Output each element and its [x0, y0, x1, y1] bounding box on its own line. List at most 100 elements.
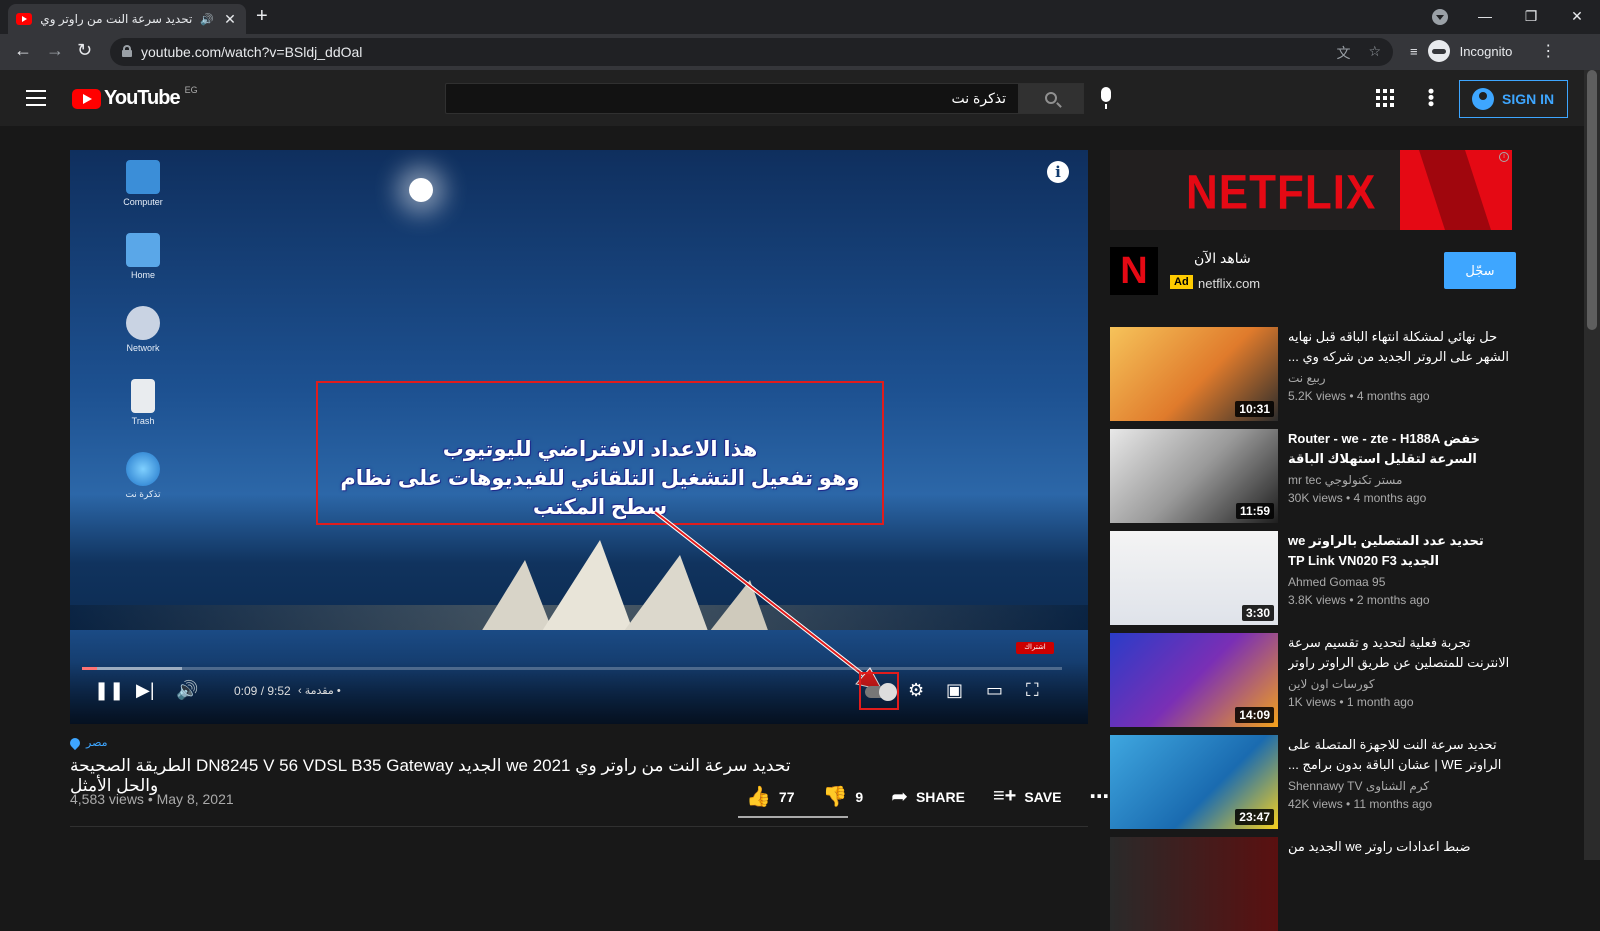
- duration-badge: 14:09: [1235, 707, 1274, 723]
- list-item[interactable]: 10:31 حل نهائي لمشكلة انتهاء الباقه قبل …: [1110, 327, 1512, 421]
- search-input[interactable]: تذكرة نت: [445, 83, 1019, 114]
- tab-close-icon[interactable]: ✕: [222, 11, 238, 28]
- rec-meta: 42K views • 11 months ago: [1288, 797, 1433, 811]
- next-icon[interactable]: ▶|: [136, 680, 155, 701]
- rec-title[interactable]: ضبط اعدادات راوتر we الجديد من: [1288, 837, 1512, 857]
- video-thumbnail[interactable]: 10:31: [1110, 327, 1278, 421]
- rec-channel[interactable]: ربيع نت: [1288, 371, 1326, 385]
- like-button[interactable]: 👍 77: [746, 784, 794, 809]
- list-item[interactable]: 23:47 تحديد سرعة النت للاجهزة المتصلة عل…: [1110, 735, 1512, 829]
- player-controls: ❚❚ ▶| 🔊 0:09 / 9:52 • مقدمة › ⚙ ▣ ▭ ⛶: [94, 680, 1064, 704]
- theater-mode-icon[interactable]: ▭: [986, 680, 1003, 701]
- window-controls: — ❐ ✕: [1462, 0, 1600, 32]
- netflix-n-graphic: [1400, 150, 1512, 230]
- close-window-button[interactable]: ✕: [1554, 8, 1600, 25]
- rec-title[interactable]: تجربة فعلية لتحديد و تقسيم سرعة الانترنت…: [1288, 633, 1512, 673]
- apps-grid-icon[interactable]: [1376, 89, 1394, 107]
- pause-icon[interactable]: ❚❚: [94, 680, 124, 701]
- media-queue-icon[interactable]: ≡: [1410, 44, 1418, 59]
- incognito-icon[interactable]: [1427, 40, 1450, 62]
- sign-in-label: SIGN IN: [1502, 91, 1555, 107]
- duration-badge: 3:30: [1241, 605, 1274, 621]
- country-code: EG: [184, 84, 198, 95]
- rec-meta: 5.2K views • 4 months ago: [1288, 389, 1430, 403]
- microphone-icon[interactable]: [1101, 87, 1111, 109]
- volume-icon[interactable]: 🔊: [176, 680, 198, 701]
- new-tab-button[interactable]: +: [256, 5, 268, 28]
- subscribe-watermark[interactable]: اشتراك: [1016, 642, 1054, 654]
- miniplayer-icon[interactable]: ▣: [946, 680, 963, 701]
- ad-badge: Ad: [1170, 275, 1193, 289]
- rec-title[interactable]: تحديد عدد المتصلين بالراوتر we الجديد TP…: [1288, 531, 1512, 571]
- browser-tab-strip: تحديد سرعة النت من راوتر وي e 🔊 ✕ + — ❐ …: [0, 0, 1600, 34]
- video-thumbnail[interactable]: 11:59: [1110, 429, 1278, 523]
- youtube-logo[interactable]: YouTube EG: [72, 84, 198, 110]
- rec-channel[interactable]: كورسات اون لاين: [1288, 677, 1375, 691]
- rec-meta: 3.8K views • 2 months ago: [1288, 593, 1430, 607]
- location-link[interactable]: مصر: [67, 735, 108, 750]
- forward-arrow-icon[interactable]: →: [46, 40, 64, 61]
- list-item[interactable]: ضبط اعدادات راوتر we الجديد من: [1110, 837, 1512, 931]
- rec-title[interactable]: حل نهائي لمشكلة انتهاء الباقه قبل نهايه …: [1288, 327, 1512, 367]
- browser-toolbar: ← → ↻ youtube.com/watch?v=BSldj_ddOal 文 …: [0, 34, 1600, 70]
- search-icon: [1045, 92, 1057, 104]
- fullscreen-icon[interactable]: ⛶: [1026, 680, 1039, 701]
- settings-gear-icon[interactable]: ⚙: [908, 680, 924, 701]
- video-thumbnail[interactable]: 14:09: [1110, 633, 1278, 727]
- dislike-button[interactable]: 👎 9: [822, 784, 863, 809]
- progress-bar[interactable]: [82, 667, 1062, 670]
- more-actions-button[interactable]: ⋯: [1089, 784, 1109, 809]
- bookmark-star-icon[interactable]: ☆: [1368, 43, 1381, 63]
- views-date: 4,583 views • May 8, 2021: [70, 791, 234, 807]
- duration-badge: 23:47: [1235, 809, 1274, 825]
- save-button[interactable]: ≡+ SAVE: [993, 785, 1061, 808]
- reload-icon[interactable]: ↻: [77, 40, 92, 61]
- search-value: تذكرة نت: [951, 90, 1006, 106]
- browser-menu-icon[interactable]: ⋮: [1540, 41, 1556, 61]
- page-scrollbar[interactable]: [1584, 70, 1600, 860]
- share-icon: ➦: [891, 786, 908, 808]
- rec-channel[interactable]: كرم الشناوى Shennawy TV: [1288, 779, 1429, 793]
- list-item[interactable]: 11:59 Router - we - zte - H188A خفض السر…: [1110, 429, 1512, 523]
- browser-tab-active[interactable]: تحديد سرعة النت من راوتر وي e 🔊 ✕: [8, 4, 246, 34]
- time-display: 0:09 / 9:52: [234, 684, 291, 698]
- duration-badge: 10:31: [1235, 401, 1274, 417]
- ad-signup-button[interactable]: سجّل: [1444, 252, 1516, 289]
- translate-icon[interactable]: 文: [1336, 43, 1350, 63]
- scrollbar-thumb[interactable]: [1587, 70, 1597, 330]
- restore-button[interactable]: ❐: [1508, 8, 1554, 25]
- rec-title[interactable]: Router - we - zte - H188A خفض السرعة لتق…: [1288, 429, 1512, 469]
- video-player[interactable]: Computer Home Network Trash تذكرة نت i ه…: [70, 150, 1088, 724]
- ad-banner[interactable]: NETFLIX: [1110, 150, 1512, 230]
- rec-channel[interactable]: mr tec مستر تكنولوجي: [1288, 473, 1402, 487]
- minimize-button[interactable]: —: [1462, 8, 1508, 24]
- video-thumbnail[interactable]: 23:47: [1110, 735, 1278, 829]
- rec-title[interactable]: تحديد سرعة النت للاجهزة المتصلة على الرا…: [1288, 735, 1512, 775]
- hamburger-menu-icon[interactable]: [26, 90, 46, 106]
- back-arrow-icon[interactable]: ←: [14, 40, 32, 61]
- sign-in-button[interactable]: SIGN IN: [1459, 80, 1568, 118]
- search-button[interactable]: [1019, 83, 1084, 114]
- video-title: تحديد سرعة النت من راوتر وي we 2021 الجد…: [70, 756, 791, 795]
- share-button[interactable]: ➦ SHARE: [891, 784, 965, 809]
- location-pin-icon: [67, 735, 83, 750]
- video-thumbnail[interactable]: 3:30: [1110, 531, 1278, 625]
- ad-info-icon[interactable]: i: [1499, 152, 1509, 162]
- ad-details[interactable]: N شاهد الآن Ad netflix.com سجّل: [1110, 245, 1516, 295]
- list-item[interactable]: 3:30 تحديد عدد المتصلين بالراوتر we الجد…: [1110, 531, 1512, 625]
- video-actions: 👍 77 👎 9 ➦ SHARE ≡+ SAVE ⋯: [746, 784, 1109, 809]
- settings-more-icon[interactable]: •••: [1421, 88, 1441, 107]
- video-thumbnail[interactable]: [1110, 837, 1278, 931]
- rec-channel[interactable]: Ahmed Gomaa 95: [1288, 575, 1385, 589]
- chapter-title[interactable]: • مقدمة ›: [298, 684, 341, 697]
- tab-search-icon[interactable]: [1432, 9, 1448, 25]
- duration-badge: 11:59: [1235, 503, 1274, 519]
- thumb-up-icon: 👍: [746, 786, 771, 808]
- address-bar[interactable]: youtube.com/watch?v=BSldj_ddOal 文 ☆: [110, 38, 1393, 66]
- url-text[interactable]: youtube.com/watch?v=BSldj_ddOal: [141, 44, 362, 60]
- incognito-label[interactable]: Incognito: [1460, 44, 1513, 59]
- lock-icon[interactable]: [122, 45, 132, 57]
- autoplay-highlight-box: [859, 672, 899, 710]
- list-item[interactable]: 14:09 تجربة فعلية لتحديد و تقسيم سرعة ال…: [1110, 633, 1512, 727]
- audio-playing-icon[interactable]: 🔊: [200, 13, 214, 26]
